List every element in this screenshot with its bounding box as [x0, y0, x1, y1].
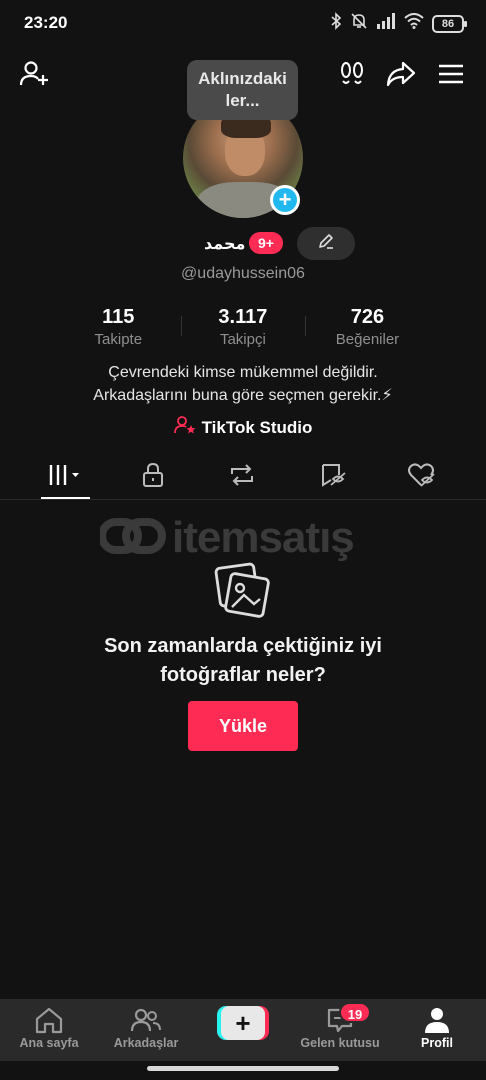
footprints-icon[interactable] — [336, 58, 368, 90]
studio-label: TikTok Studio — [201, 417, 313, 437]
nav-label: Profil — [421, 1036, 453, 1050]
upload-button[interactable]: Yükle — [188, 701, 298, 751]
studio-icon — [173, 415, 196, 440]
home-indicator[interactable] — [147, 1066, 339, 1071]
add-story-icon[interactable]: + — [270, 185, 300, 215]
nav-label: Ana sayfa — [19, 1036, 79, 1050]
home-icon — [1, 1005, 97, 1035]
stat-value: 726 — [350, 306, 385, 328]
stat-followers[interactable]: 3.117 Takipçi — [180, 304, 306, 350]
private-tab[interactable] — [123, 452, 183, 498]
signal-icon — [376, 13, 396, 34]
stat-likes[interactable]: 726 Beğeniler — [305, 304, 430, 350]
name-row: محمد 9+ — [0, 227, 486, 261]
status-note-text: Aklınızdaki ler... — [198, 69, 287, 110]
stat-value: 115 — [102, 306, 135, 328]
empty-state-title: Son zamanlarda çektiğiniz iyi fotoğrafla… — [0, 632, 486, 690]
plus-icon: + — [221, 1006, 265, 1040]
nav-label: Gelen kutusu — [300, 1036, 380, 1050]
nav-profile[interactable]: Profil — [389, 1005, 485, 1057]
status-bar: 23:20 86 — [0, 0, 486, 46]
empty-title-line: Son zamanlarda çektiğiniz iyi — [104, 635, 382, 657]
photos-icon — [214, 562, 272, 620]
menu-icon[interactable] — [435, 58, 467, 90]
stat-label: Beğeniler — [335, 331, 400, 348]
favorites-tab[interactable] — [303, 452, 363, 498]
stat-following[interactable]: 115 Takipte — [56, 304, 181, 350]
empty-title-line: fotoğraflar neler? — [160, 664, 326, 686]
display-name: محمد — [204, 236, 246, 253]
profile-icon — [389, 1005, 485, 1035]
wifi-icon — [404, 13, 424, 34]
bottom-nav: Ana sayfa Arkadaşlar + Gelen kutusu 19 P… — [0, 999, 486, 1061]
watermark-logo-icon — [98, 514, 166, 563]
add-friend-icon[interactable] — [18, 58, 50, 90]
videos-grid-tab[interactable] — [36, 452, 96, 499]
stat-label: Takipçi — [219, 331, 266, 348]
bluetooth-icon — [330, 12, 342, 35]
status-note-tooltip[interactable]: Aklınızdaki ler... — [187, 60, 298, 120]
status-icons: 86 — [330, 12, 467, 35]
tiktok-studio-link[interactable]: TikTok Studio — [0, 415, 486, 440]
name-badge: 9+ — [249, 232, 283, 254]
battery-icon: 86 — [432, 14, 467, 33]
reposts-tab[interactable] — [212, 452, 272, 498]
nav-friends[interactable]: Arkadaşlar — [98, 1005, 194, 1057]
liked-tab[interactable] — [392, 452, 452, 498]
watermark-text: itemsatış — [172, 513, 355, 562]
nav-home[interactable]: Ana sayfa — [1, 1005, 97, 1057]
stats-row: 115 Takipte 3.117 Takipçi 726 Beğeniler — [56, 304, 430, 350]
friends-icon — [98, 1005, 194, 1035]
bio-line: Arkadaşlarını buna göre seçmen gerekir.⚡ — [93, 387, 393, 404]
create-button[interactable]: + — [217, 1006, 269, 1040]
status-time: 23:20 — [24, 13, 68, 32]
edit-profile-button[interactable] — [297, 227, 355, 260]
pencil-icon — [317, 232, 335, 255]
profile-tabs — [0, 452, 486, 500]
profile-bio: Çevrendeki kimse mükemmel değildir. Arka… — [0, 361, 486, 407]
bio-line: Çevrendeki kimse mükemmel değildir. — [108, 364, 378, 381]
nav-label: Arkadaşlar — [113, 1036, 179, 1050]
mute-icon — [350, 12, 368, 35]
share-icon[interactable] — [385, 58, 417, 90]
stat-label: Takipte — [94, 331, 143, 348]
username: @udayhussein06 — [181, 265, 305, 282]
watermark: itemsatış — [98, 513, 390, 563]
stat-value: 3.117 — [218, 306, 268, 328]
inbox-badge: 19 — [339, 1002, 371, 1023]
